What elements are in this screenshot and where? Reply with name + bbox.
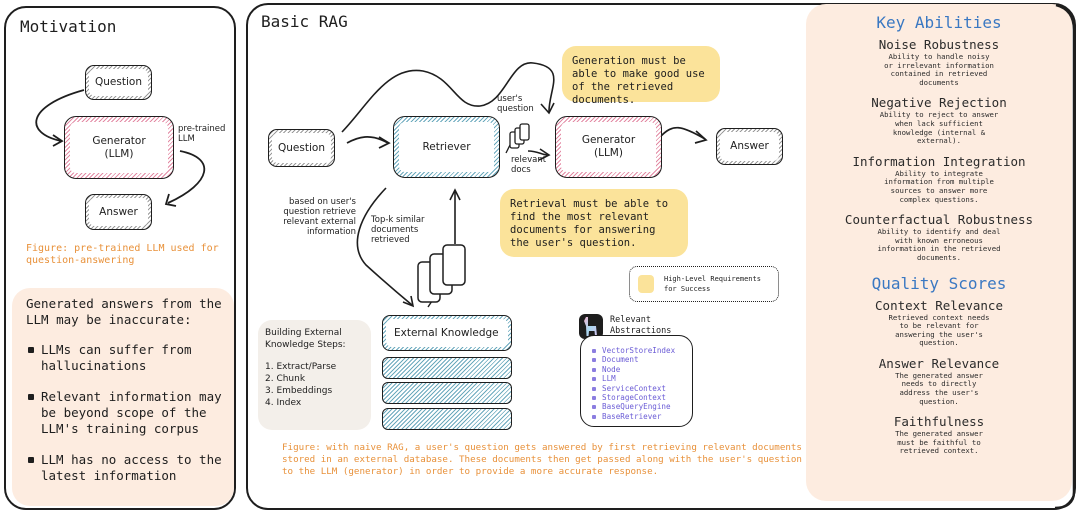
abstraction-item: Document bbox=[592, 355, 692, 364]
abstraction-item: BaseQueryEngine bbox=[592, 402, 692, 411]
ability-description: Ability to reject to answer when lack su… bbox=[879, 110, 999, 146]
generation-requirement-note: Generation must be able to make good use… bbox=[562, 46, 720, 106]
abstraction-item: ServiceContext bbox=[592, 384, 692, 393]
rag-question-node: Question bbox=[268, 129, 335, 167]
abstraction-item: Node bbox=[592, 365, 692, 374]
retrieval-requirement-note: Retrieval must be able to find the most … bbox=[500, 189, 688, 257]
motivation-generator-node: Generator (LLM) bbox=[64, 116, 174, 179]
motivation-question-node: Question bbox=[85, 65, 152, 100]
step-item: 4. Index bbox=[265, 398, 302, 408]
node-label: Question bbox=[278, 141, 325, 154]
abstraction-item: BaseRetriever bbox=[592, 412, 692, 421]
rag-answer-node: Answer bbox=[716, 128, 783, 165]
note-bullet: Relevant information may be beyond scope… bbox=[26, 389, 228, 437]
node-label: Answer bbox=[99, 205, 138, 218]
rag-retriever-node: Retriever bbox=[393, 116, 500, 178]
knowledge-chunk bbox=[382, 408, 512, 430]
node-label: Generator (LLM) bbox=[581, 134, 636, 159]
ability-title: Negative Rejection bbox=[871, 95, 1007, 111]
knowledge-chunk bbox=[382, 357, 512, 379]
knowledge-steps-box: Building External Knowledge Steps: 1. Ex… bbox=[258, 320, 371, 430]
score-title: Faithfulness bbox=[893, 414, 985, 430]
note-bullet: LLM has no access to the latest informat… bbox=[26, 452, 228, 484]
step-item: 2. Chunk bbox=[265, 374, 306, 384]
rag-generator-node: Generator (LLM) bbox=[555, 116, 662, 178]
legend: High-Level Requirements for Success bbox=[629, 266, 779, 302]
abilities-panel: Key Abilities Noise Robustness Ability t… bbox=[806, 4, 1072, 501]
quality-scores-title: Quality Scores bbox=[871, 273, 1007, 293]
rag-figure-caption: Figure: with naive RAG, a user's questio… bbox=[282, 442, 802, 477]
knowledge-chunk bbox=[382, 382, 512, 404]
pretrained-llm-label: pre-trained LLM bbox=[178, 124, 226, 144]
users-question-label: user's question bbox=[497, 94, 534, 114]
arrowhead bbox=[378, 136, 391, 149]
node-label: Question bbox=[95, 76, 142, 88]
ability-title: Noise Robustness bbox=[878, 37, 1000, 52]
arrowhead bbox=[540, 102, 555, 115]
relevant-docs-icon bbox=[519, 123, 530, 141]
steps-heading: Building External Knowledge Steps: bbox=[265, 328, 346, 350]
ability-description: Ability to integrate information from mu… bbox=[884, 168, 994, 204]
score-title: Context Relevance bbox=[875, 297, 1003, 313]
node-label: Retriever bbox=[422, 140, 471, 153]
node-label: Generator (LLM) bbox=[92, 134, 146, 160]
abstractions-title: Relevant Abstractions bbox=[610, 315, 672, 336]
score-title: Answer Relevance bbox=[878, 355, 1000, 371]
note-heading: Generated answers from the LLM may be in… bbox=[26, 296, 222, 327]
score-description: The generated answer needs to directly a… bbox=[895, 370, 983, 406]
ability-title: Counterfactual Robustness bbox=[844, 212, 1034, 228]
key-abilities-title: Key Abilities bbox=[876, 13, 1002, 32]
ability-title: Information Integration bbox=[852, 153, 1026, 169]
external-knowledge-node: External Knowledge bbox=[382, 315, 512, 351]
score-description: The generated answer must be faithful to… bbox=[895, 429, 983, 456]
relevant-docs-label: relevant docs bbox=[511, 155, 547, 175]
abstraction-item: StorageContext bbox=[592, 393, 692, 402]
abstraction-item: LLM bbox=[592, 374, 692, 383]
node-label: External Knowledge bbox=[394, 326, 499, 339]
motivation-answer-node: Answer bbox=[85, 194, 152, 230]
ability-description: Ability to identify and deal with known … bbox=[877, 227, 1001, 262]
step-item: 3. Embeddings bbox=[265, 386, 333, 396]
motivation-panel: Motivation Question Generator (LLM) pre-… bbox=[4, 6, 236, 510]
arrow-retriever-to-knowledge bbox=[356, 187, 413, 306]
motivation-figure-caption: Figure: pre-trained LLM used for questio… bbox=[26, 243, 219, 266]
motivation-note: Generated answers from the LLM may be in… bbox=[12, 288, 234, 506]
abstractions-list: VectorStoreIndex Document Node LLM Servi… bbox=[580, 335, 693, 427]
legend-swatch bbox=[638, 275, 654, 293]
doc-stack-icon bbox=[442, 244, 466, 286]
abstraction-item: VectorStoreIndex bbox=[592, 346, 692, 355]
retrieve-info-label: based on user's question retrieve releva… bbox=[283, 197, 356, 237]
node-label: Answer bbox=[730, 140, 769, 152]
ability-description: Ability to handle noisy or irrelevant in… bbox=[884, 52, 994, 87]
score-description: Retrieved context needs to be relevant f… bbox=[888, 312, 990, 348]
note-bullet: LLMs can suffer from hallucinations bbox=[26, 342, 228, 374]
top-k-label: Top-k similar documents retrieved bbox=[371, 215, 425, 245]
step-item: 1. Extract/Parse bbox=[265, 362, 337, 372]
legend-label: High-Level Requirements for Success bbox=[664, 275, 761, 293]
